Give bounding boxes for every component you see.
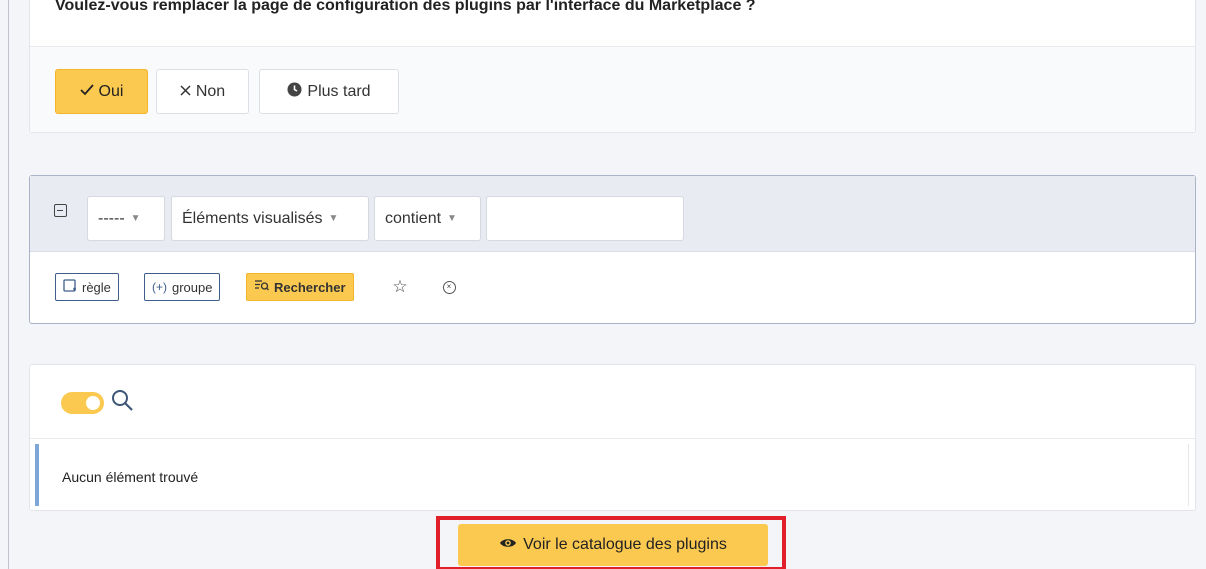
left-border	[8, 0, 9, 569]
empty-message: Aucun élément trouvé	[62, 469, 199, 485]
caret-down-icon: ▼	[130, 213, 141, 224]
star-icon[interactable]: ☆	[389, 276, 411, 298]
criteria-row: ----- ▼ Éléments visualisés ▼ contient ▼	[30, 176, 1195, 252]
search-toggle[interactable]	[61, 392, 104, 414]
eye-icon	[499, 536, 517, 554]
search-icon[interactable]	[110, 388, 136, 414]
add-group-label: groupe	[172, 279, 213, 295]
question-text: Voulez-vous remplacer la page de configu…	[55, 0, 756, 14]
close-circle-icon: ×	[442, 280, 456, 294]
search-criteria-card: ----- ▼ Éléments visualisés ▼ contient ▼…	[29, 175, 1196, 324]
view-catalog-label: Voir le catalogue des plugins	[523, 536, 727, 553]
add-rule-button[interactable]: règle	[55, 273, 119, 301]
clear-criteria-button[interactable]: ×	[438, 276, 460, 298]
results-card: Aucun élément trouvé	[29, 364, 1196, 511]
add-group-button[interactable]: (+) groupe	[144, 273, 221, 301]
criteria-value-input[interactable]	[486, 196, 684, 241]
later-label: Plus tard	[307, 82, 371, 100]
later-button[interactable]: Plus tard	[259, 69, 399, 114]
group-icon: (+)	[152, 280, 167, 294]
close-icon	[180, 83, 191, 101]
caret-down-icon: ▼	[328, 213, 339, 224]
add-rule-icon	[63, 278, 77, 296]
check-icon	[79, 83, 94, 101]
collapse-icon[interactable]	[54, 204, 67, 217]
clock-icon	[287, 82, 302, 102]
yes-label: Oui	[98, 82, 124, 100]
field-select[interactable]: Éléments visualisés ▼	[171, 196, 369, 241]
caret-down-icon: ▼	[447, 213, 457, 224]
empty-results-alert: Aucun élément trouvé	[35, 444, 1189, 506]
search-button[interactable]: Rechercher	[246, 273, 354, 301]
link-select-value: -----	[98, 209, 125, 227]
operator-select-value: contient	[385, 209, 442, 227]
view-catalog-button[interactable]: Voir le catalogue des plugins	[458, 524, 768, 566]
search-button-label: Rechercher	[274, 279, 346, 295]
field-select-value: Éléments visualisés	[182, 209, 323, 227]
link-select[interactable]: ----- ▼	[87, 196, 165, 241]
divider	[30, 438, 1195, 439]
operator-select[interactable]: contient ▼	[374, 196, 481, 241]
marketplace-question-card: Voulez-vous remplacer la page de configu…	[29, 0, 1196, 133]
no-button[interactable]: Non	[156, 69, 249, 114]
criteria-value-field[interactable]	[487, 197, 683, 240]
add-rule-label: règle	[82, 279, 111, 295]
filter-search-icon	[254, 279, 269, 295]
no-label: Non	[195, 82, 226, 100]
yes-button[interactable]: Oui	[55, 69, 148, 114]
